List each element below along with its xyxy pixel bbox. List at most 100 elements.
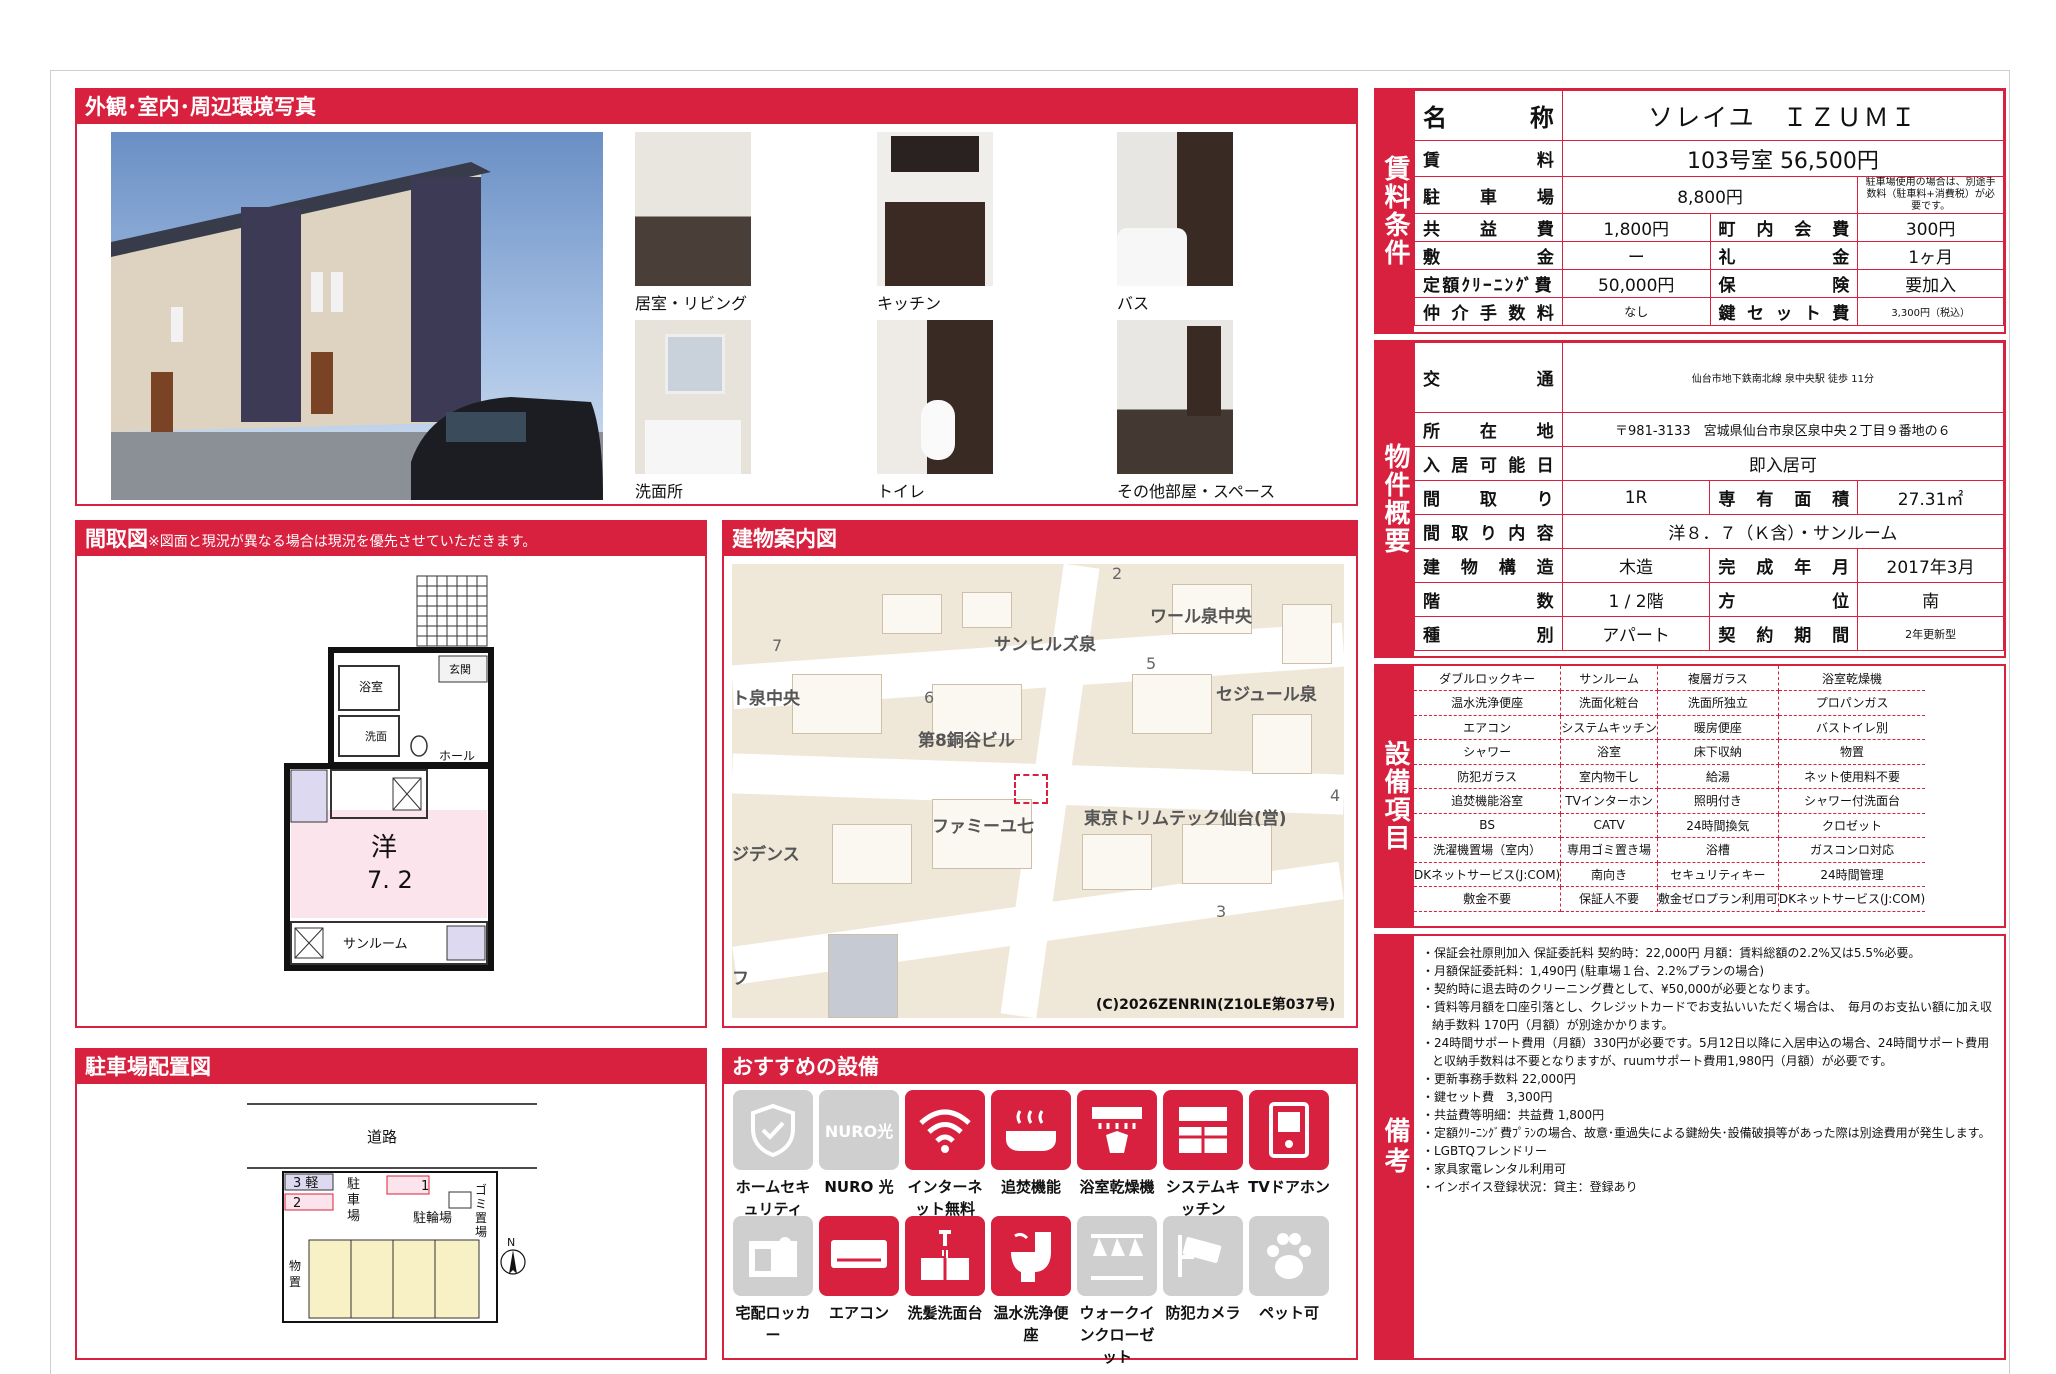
equipment-item: 浴室 [1560, 739, 1658, 765]
remark-item: ・共益費等明細：共益費 1,800円 [1422, 1108, 1605, 1122]
remark-item: ・インボイス登録状況：貸主：登録あり [1422, 1180, 1638, 1194]
rec-washlet[interactable]: 温水洗浄便座 [988, 1216, 1074, 1346]
equipment-item: エアコン [1414, 715, 1562, 740]
vanity-icon [905, 1216, 985, 1296]
remarks-vertical-title: 備考 [1376, 936, 1414, 1358]
built-label: 完成年月 [1709, 548, 1859, 583]
rent-table: 名称 ソレイユ ＩＺＵＭＩ 賃料 103号室 56,500円 駐車場 8,800… [1414, 90, 2005, 326]
living-photo[interactable] [635, 132, 751, 286]
parking-road: 道路 [367, 1128, 397, 1146]
rec-tv-doorphone[interactable]: TVドアホン [1246, 1090, 1332, 1198]
nuro-icon: NURO光 [819, 1090, 899, 1170]
rec-vanity[interactable]: 洗髪洗面台 [902, 1216, 988, 1324]
equipment-item: クロゼット [1778, 813, 1926, 838]
rec-internet-free[interactable]: インターネット無料 [902, 1090, 988, 1220]
parking-bicycle: 駐輪場 [413, 1210, 452, 1226]
movein-value: 即入居可 [1561, 446, 2005, 481]
equipment-item: 室内物干し [1560, 764, 1658, 789]
svg-text:場: 場 [347, 1209, 360, 1224]
recommended-panel: おすすめの設備 ホームセキュリティ NURO光 NURO 光 インターネット無料… [722, 1048, 1358, 1366]
floorplan-title: 間取図※図面と現況が異なる場合は現況を優先させていただきます。 [77, 522, 705, 556]
camera-icon [1163, 1216, 1243, 1296]
washroom-photo[interactable] [635, 320, 751, 474]
cleaning-fee-label: 定額ｸﾘｰﾆﾝｸﾞ費 [1414, 269, 1563, 298]
remark-item: ・家具家電レンタル利用可 [1422, 1162, 1567, 1176]
common-fee-label: 共益費 [1414, 213, 1563, 242]
rec-bath-dryer[interactable]: 浴室乾燥機 [1074, 1090, 1160, 1198]
deposit-label: 敷金 [1414, 241, 1563, 270]
contract-value: 2年更新型 [1857, 616, 2004, 651]
kitchen-photo[interactable] [877, 132, 993, 286]
map-label-3: ト泉中央 [732, 689, 800, 709]
equipment-item: システムキッチン [1560, 715, 1658, 740]
rec-security-camera[interactable]: 防犯カメラ [1160, 1216, 1246, 1324]
equipment-vertical-title: 設備項目 [1376, 666, 1414, 926]
layout-label: 間取り [1414, 480, 1563, 515]
map-num-3: 6 [924, 688, 935, 707]
contract-label: 契約期間 [1709, 616, 1859, 651]
equipment-item: DKネットサービス(J:COM) [1778, 886, 1926, 912]
layout-value: 1R [1561, 480, 1711, 515]
built-value: 2017年3月 [1857, 548, 2004, 583]
remark-item: ・保証会社原則加入 保証委託料 契約時：22,000円 月額：賃料総額の2.2%… [1422, 946, 1921, 960]
bath-dryer-icon [1077, 1090, 1157, 1170]
other-space-photo[interactable] [1117, 320, 1233, 474]
room-label-sunroom: サンルーム [343, 937, 408, 952]
address-label: 所在地 [1414, 412, 1563, 447]
toilet-photo[interactable] [877, 320, 993, 474]
rec-label: ペット可 [1258, 1304, 1319, 1322]
rec-label: ウォークインクローゼット [1079, 1304, 1155, 1366]
key-set-label: 鍵セット費 [1709, 297, 1859, 326]
map-num-2: 5 [1146, 654, 1157, 673]
name-value: ソレイユ ＩＺＵＭＩ [1561, 90, 2005, 141]
layout-detail-label: 間取り内容 [1414, 514, 1563, 549]
equipment-item: サンルーム [1560, 666, 1658, 691]
rec-system-kitchen[interactable]: システムキッチン [1160, 1090, 1246, 1220]
parking-fee-label: 駐車場 [1414, 176, 1563, 214]
svg-text:N: N [507, 1236, 515, 1249]
bath-photo[interactable] [1117, 132, 1233, 286]
rec-delivery-locker[interactable]: 宅配ロッカー [730, 1216, 816, 1346]
parking-drawing: 道路 3 軽 2 1 駐 車 場 駐輪場 ゴ ミ 置 場 物 置 N [247, 1103, 537, 1323]
rec-pets-allowed[interactable]: ペット可 [1246, 1216, 1332, 1324]
rec-label: インターネット無料 [907, 1178, 983, 1218]
rec-walk-in-closet[interactable]: ウォークインクローゼット [1074, 1216, 1160, 1368]
parking-slot-3: 3 軽 [293, 1176, 318, 1191]
rec-nuro[interactable]: NURO光 NURO 光 [816, 1090, 902, 1198]
equipment-item: ネット使用料不要 [1778, 764, 1926, 789]
property-vertical-title: 物件概要 [1376, 342, 1414, 656]
room-label-western: 洋 [371, 833, 397, 863]
rec-reheating[interactable]: 追焚機能 [988, 1090, 1074, 1198]
area-map[interactable]: ワール泉中央 サンヒルズ泉 セジュール泉 ト泉中央 第8銅谷ビル ファミーユ七 … [732, 564, 1344, 1018]
equipment-item: DKネットサービス(J:COM) [1414, 862, 1562, 887]
equipment-item: 南向き [1560, 862, 1658, 887]
brokerage-label: 仲介手数料 [1414, 297, 1563, 326]
photo-label-washroom: 洗面所 [635, 482, 684, 501]
rent-box: 賃料条件 名称 ソレイユ ＩＺＵＭＩ 賃料 103号室 56,500円 駐車場 … [1374, 88, 2006, 334]
address-value: 〒981-3133 宮城県仙台市泉区泉中央２丁目９番地の６ [1561, 412, 2005, 447]
structure-value: 木造 [1561, 548, 1711, 583]
parking-label: 駐 [347, 1177, 360, 1192]
floor-label: 階数 [1414, 582, 1563, 617]
rec-label: 宅配ロッカー [735, 1304, 811, 1344]
photo-label-toilet: トイレ [877, 482, 926, 501]
floorplan-panel: 間取図※図面と現況が異なる場合は現況を優先させていただきます。 浴室 玄関 洗面… [75, 520, 707, 1028]
equipment-item: 浴室乾燥機 [1778, 666, 1926, 691]
wifi-icon [905, 1090, 985, 1170]
closet-icon [1077, 1216, 1157, 1296]
photos-panel: 外観･室内･周辺環境写真 居室・リビング キッチン バス 洗面所 トイレ その他… [75, 88, 1358, 506]
photos-title: 外観･室内･周辺環境写真 [77, 90, 1356, 124]
brokerage-value: なし [1561, 297, 1711, 326]
remark-item: ・賃料等月額を口座引落とし、クレジットカードでお支払いいただく場合は、 毎月のお… [1422, 1000, 1993, 1032]
equipment-item: 物置 [1778, 739, 1926, 765]
equipment-item: シャワー付洗面台 [1778, 788, 1926, 814]
exterior-photo[interactable] [111, 132, 603, 500]
map-num-1: 7 [772, 636, 783, 655]
rec-home-security[interactable]: ホームセキュリティ [730, 1090, 816, 1220]
equipment-item: 浴槽 [1657, 837, 1779, 863]
access-label: 交通 [1414, 342, 1563, 413]
rec-aircon[interactable]: エアコン [816, 1216, 902, 1324]
equipment-item: TVインターホン [1560, 788, 1658, 814]
parking-slot-1: 1 [421, 1179, 429, 1194]
rec-label: 追焚機能 [1000, 1178, 1061, 1196]
